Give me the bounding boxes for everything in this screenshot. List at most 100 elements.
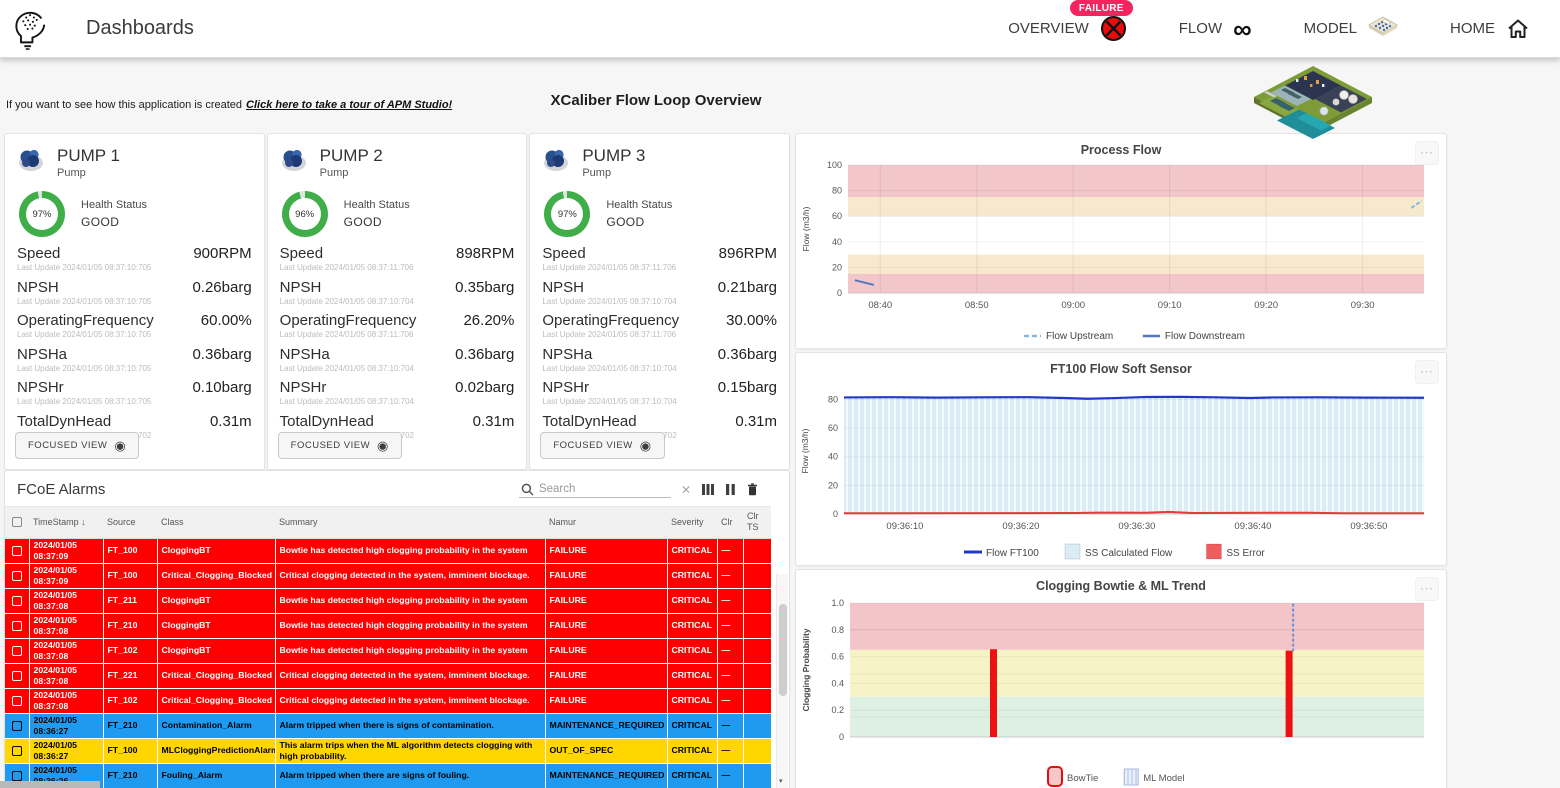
summary-cell: Bowtie has detected high clogging probab… [275, 638, 545, 663]
health-gauge: 97% [19, 191, 65, 237]
metric-last-update: Last Update 2024/01/05 08:37:11:706 [280, 330, 515, 339]
row-checkbox[interactable] [12, 721, 22, 731]
namur-cell: OUT_OF_SPEC [545, 738, 667, 763]
alarms-vertical-scrollbar[interactable]: ▾ [776, 574, 788, 788]
row-checkbox-cell [5, 688, 29, 713]
metric-last-update: Last Update 2024/01/05 08:37:11:706 [542, 263, 777, 272]
column-header-namur[interactable]: Namur [545, 507, 667, 539]
pause-icon[interactable] [725, 483, 736, 496]
process-flow-panel: Process Flow ⋯ 08:4008:5009:0009:1009:20… [795, 133, 1447, 349]
row-checkbox[interactable] [12, 621, 22, 631]
charts-column: Process Flow ⋯ 08:4008:5009:0009:1009:20… [795, 133, 1447, 788]
table-row[interactable]: 2024/01/0508:36:26FT_210Fouling_AlarmAla… [5, 763, 771, 788]
svg-text:0.8: 0.8 [831, 625, 844, 635]
table-row[interactable]: 2024/01/0508:37:08FT_102Critical_Cloggin… [5, 688, 771, 713]
trash-icon[interactable] [746, 483, 759, 496]
table-row[interactable]: 2024/01/0508:36:27FT_210Contamination_Al… [5, 713, 771, 738]
scrollbar-down-arrow[interactable]: ▾ [779, 777, 783, 785]
chart-menu-icon[interactable]: ⋯ [1415, 141, 1439, 165]
search-input[interactable] [539, 483, 651, 495]
nav-overview[interactable]: OVERVIEW FAILURE [1008, 15, 1127, 42]
column-header-summary[interactable]: Summary [275, 507, 545, 539]
horizontal-scrollbar[interactable] [0, 781, 100, 788]
svg-text:09:36:20: 09:36:20 [1002, 521, 1039, 532]
apm-tour-link[interactable]: Click here to take a tour of APM Studio! [246, 99, 452, 111]
focused-view-button[interactable]: FOCUSED VIEW◉ [540, 432, 664, 459]
intro-text-label: If you want to see how this application … [6, 99, 242, 111]
nav-home[interactable]: HOME [1450, 17, 1530, 41]
row-checkbox[interactable] [12, 746, 22, 756]
table-row[interactable]: 2024/01/0508:36:27FT_100MLCloggingPredic… [5, 738, 771, 763]
row-checkbox-cell [5, 588, 29, 613]
columns-icon[interactable] [701, 483, 715, 496]
pump-type: Pump [320, 167, 383, 179]
row-checkbox[interactable] [12, 646, 22, 656]
row-checkbox-cell [5, 538, 29, 563]
row-checkbox[interactable] [12, 596, 22, 606]
nav-overview-label: OVERVIEW [1008, 20, 1089, 37]
row-checkbox[interactable] [12, 671, 22, 681]
summary-cell: Critical clogging detected in the system… [275, 688, 545, 713]
metric-last-update: Last Update 2024/01/05 08:37:10:705 [17, 297, 252, 306]
pump-cards-row: PUMP 1Pump97%Health StatusGOODSpeed900RP… [4, 133, 790, 470]
nav-model[interactable]: MODEL [1304, 16, 1398, 42]
metric-row: NPSH0.21barg [542, 279, 777, 296]
page-title: XCaliber Flow Loop Overview [436, 92, 876, 109]
column-header-clr-ts[interactable]: ClrTS [743, 507, 771, 539]
namur-cell: FAILURE [545, 613, 667, 638]
column-header-timestamp[interactable]: TimeStamp ↓ [29, 507, 103, 539]
metric-label: Speed [542, 245, 585, 262]
timestamp-cell: 2024/01/0508:37:08 [29, 613, 103, 638]
class-cell: MLCloggingPredictionAlarm [157, 738, 275, 763]
nav-model-label: MODEL [1304, 20, 1357, 37]
table-row[interactable]: 2024/01/0508:37:08FT_102CloggingBTBowtie… [5, 638, 771, 663]
svg-text:09:36:40: 09:36:40 [1234, 521, 1271, 532]
metric-row: NPSHr0.10barg [17, 379, 252, 396]
column-header-severity[interactable]: Severity [667, 507, 717, 539]
clr-cell: — [717, 638, 743, 663]
row-checkbox[interactable] [12, 571, 22, 581]
table-row[interactable]: 2024/01/0508:37:09FT_100Critical_Cloggin… [5, 563, 771, 588]
severity-cell: CRITICAL [667, 688, 717, 713]
svg-text:Flow (m3/h): Flow (m3/h) [800, 428, 810, 473]
svg-text:100: 100 [827, 160, 842, 170]
row-checkbox[interactable] [12, 546, 22, 556]
severity-cell: CRITICAL [667, 588, 717, 613]
chart-menu-icon[interactable]: ⋯ [1415, 360, 1439, 384]
metric-label: TotalDynHead [17, 413, 111, 430]
chart-menu-icon[interactable]: ⋯ [1415, 577, 1439, 601]
table-row[interactable]: 2024/01/0508:37:09FT_100CloggingBTBowtie… [5, 538, 771, 563]
svg-text:0.6: 0.6 [831, 652, 844, 662]
table-row[interactable]: 2024/01/0508:37:08FT_221Critical_Cloggin… [5, 663, 771, 688]
column-header-clr[interactable]: Clr [717, 507, 743, 539]
select-all-checkbox[interactable] [12, 517, 22, 527]
nav-flow-label: FLOW [1179, 20, 1222, 37]
brain-logo-icon [10, 6, 52, 52]
table-row[interactable]: 2024/01/0508:37:08FT_210CloggingBTBowtie… [5, 613, 771, 638]
column-header-class[interactable]: Class [157, 507, 275, 539]
column-header-source[interactable]: Source [103, 507, 157, 539]
scrollbar-thumb[interactable] [779, 604, 787, 696]
source-cell: FT_102 [103, 688, 157, 713]
clear-search-icon[interactable]: ✕ [681, 483, 691, 497]
svg-text:Flow Downstream: Flow Downstream [1165, 331, 1245, 342]
metric-row: OperatingFrequency26.20% [280, 312, 515, 329]
metric-row: Speed898RPM [280, 245, 515, 262]
focused-view-button[interactable]: FOCUSED VIEW◉ [15, 432, 139, 459]
focused-view-button[interactable]: FOCUSED VIEW◉ [278, 432, 402, 459]
metric-label: OperatingFrequency [280, 312, 417, 329]
pump-card-3: PUMP 3Pump97%Health StatusGOODSpeed896RP… [529, 133, 790, 470]
intro-text: If you want to see how this application … [6, 99, 452, 111]
row-checkbox[interactable] [12, 771, 22, 781]
nav-flow[interactable]: FLOW ∞ [1179, 19, 1252, 39]
metric-value: 896RPM [719, 245, 777, 262]
health-status-value: GOOD [344, 215, 410, 229]
row-checkbox-cell [5, 663, 29, 688]
summary-cell: Critical clogging detected in the system… [275, 563, 545, 588]
metric-row: NPSHa0.36barg [280, 346, 515, 363]
health-status-value: GOOD [81, 215, 147, 229]
row-checkbox[interactable] [12, 696, 22, 706]
process-flow-chart: 08:4008:5009:0009:1009:2009:300204060801… [796, 159, 1444, 345]
svg-text:09:36:30: 09:36:30 [1118, 521, 1155, 532]
table-row[interactable]: 2024/01/0508:37:08FT_211CloggingBTBowtie… [5, 588, 771, 613]
